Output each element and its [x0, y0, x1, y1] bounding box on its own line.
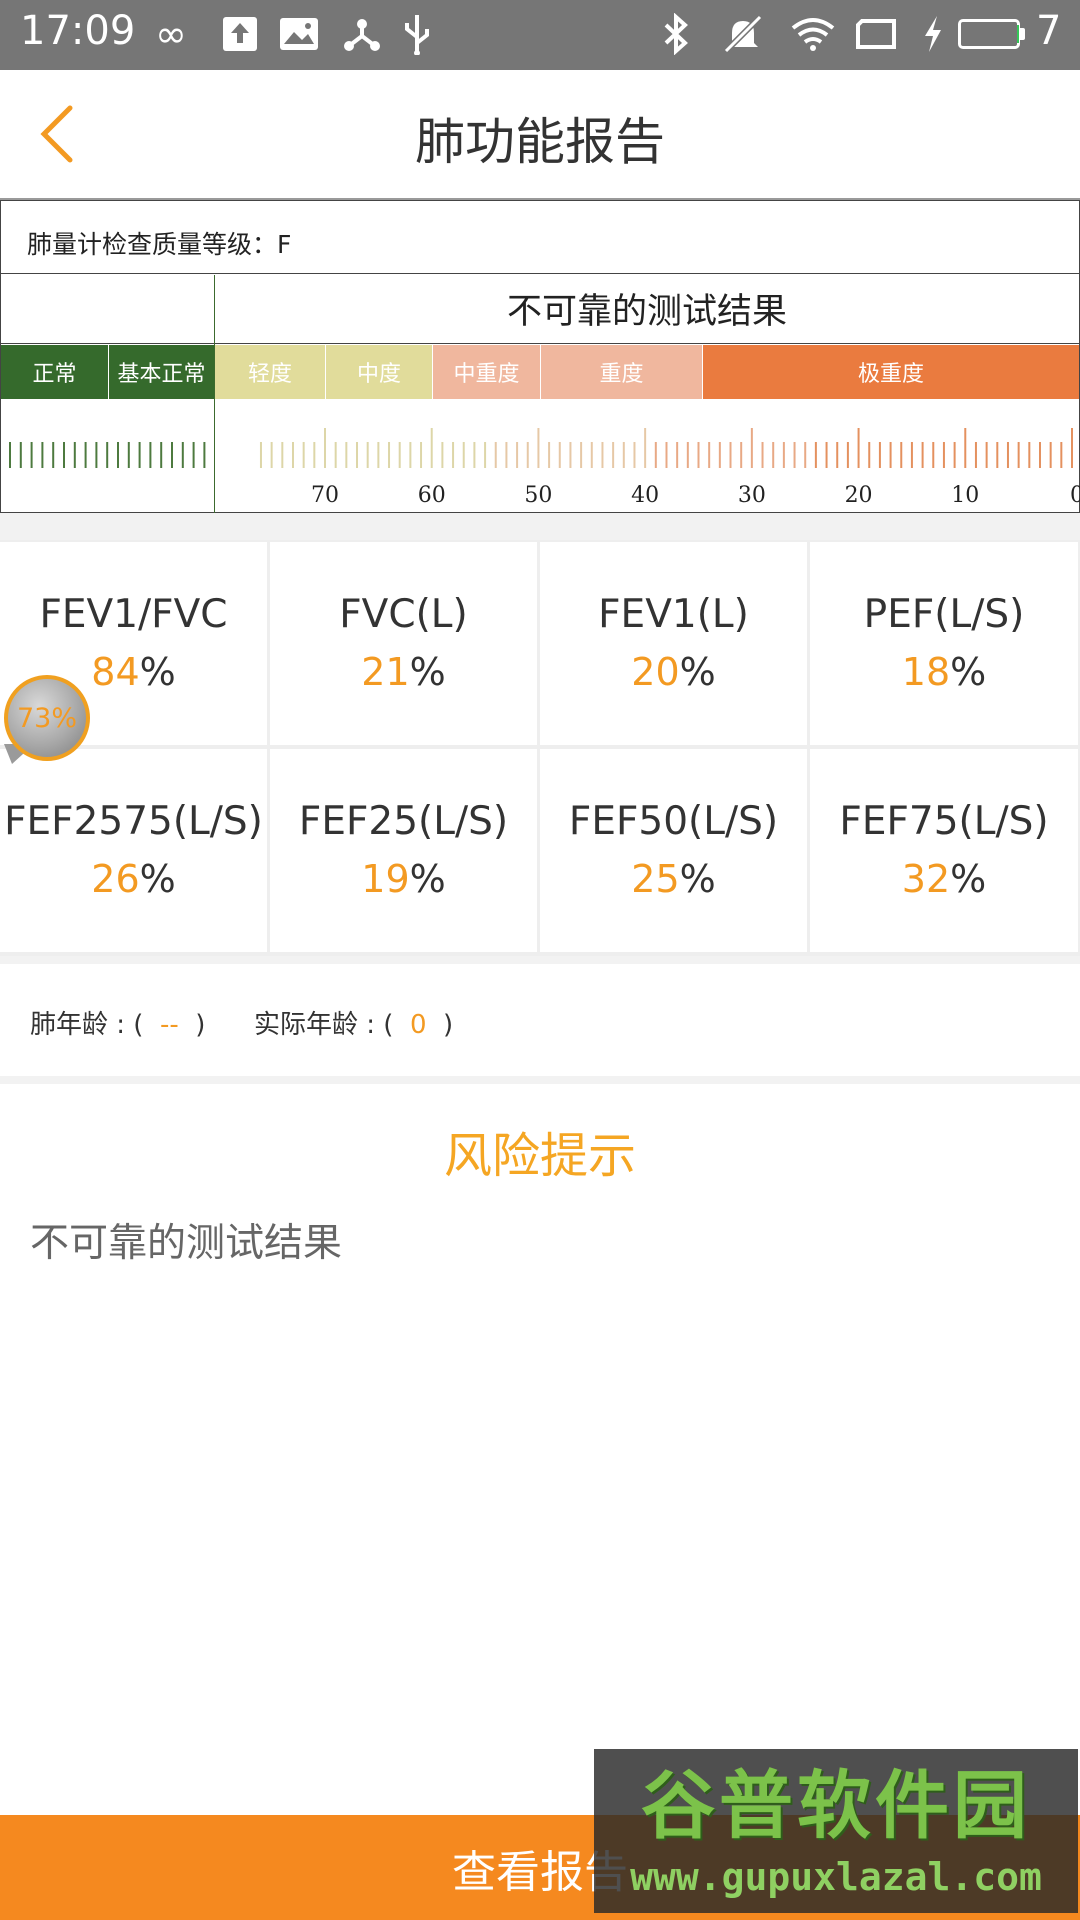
lung-age: 肺年龄 : ( -- ) [30, 1010, 206, 1040]
metric-value: 21% [361, 650, 446, 694]
metric-name: FEF2575(L/S) [4, 799, 263, 844]
bluetooth-icon [656, 10, 696, 58]
share-icon [340, 10, 384, 58]
metric-cell: FEF25(L/S) 19% [270, 749, 537, 952]
screen-icon [852, 10, 900, 58]
quality-grade-label: 肺量计检查质量等级：F [27, 230, 292, 259]
upload-icon [220, 10, 260, 58]
metric-name: FEF25(L/S) [298, 799, 509, 844]
band-mild: 轻度 [215, 345, 325, 399]
metric-cell: FVC(L) 21% [270, 542, 537, 745]
band-moderate: 中度 [326, 345, 432, 399]
mute-icon [720, 10, 766, 58]
scale-label: 30 [738, 483, 766, 508]
charging-icon [918, 10, 948, 58]
risk-title: 风险提示 [443, 1128, 636, 1184]
battery-icon [958, 19, 1025, 49]
watermark-logo: 谷普软件园 [641, 1762, 1031, 1849]
lung-age-value: -- [159, 1010, 179, 1040]
scale-label: 10 [951, 483, 979, 508]
metric-name: FEF50(L/S) [568, 799, 779, 844]
status-bar: 17:09 ∞ 7 [0, 0, 1080, 70]
band-severe: 重度 [541, 345, 702, 399]
metric-name: FEF75(L/S) [839, 799, 1049, 844]
image-icon [276, 10, 322, 58]
wifi-icon [788, 10, 838, 58]
metric-value: 26% [91, 857, 176, 901]
metric-name: PEF(L/S) [863, 592, 1025, 637]
metric-name: FVC(L) [339, 592, 468, 637]
metric-name: FEV1/FVC [39, 592, 228, 637]
metric-cell: FEV1(L) 20% [540, 542, 807, 745]
metric-value: 19% [361, 857, 446, 901]
actual-age-value: 0 [409, 1010, 427, 1040]
metric-cell: FEF75(L/S) 32% [810, 749, 1078, 952]
actual-age: 实际年龄 : ( 0 ) [254, 1010, 454, 1040]
divider [1, 343, 1079, 344]
band-normal: 正常 [1, 345, 108, 399]
metric-value: 20% [631, 650, 716, 694]
risk-text: 不可靠的测试结果 [30, 1221, 343, 1266]
status-time: 17:09 [20, 8, 136, 54]
scale-label: 20 [845, 483, 873, 508]
band-moderately-severe: 中重度 [433, 345, 540, 399]
metric-name: FEV1(L) [598, 592, 749, 637]
scale-label: 50 [524, 483, 552, 508]
infinity-icon: ∞ [155, 12, 187, 56]
result-title: 不可靠的测试结果 [506, 292, 787, 332]
app-header: 肺功能报告 [0, 70, 1080, 198]
watermark: 谷普软件园 www.gupuxlazal.com [594, 1749, 1078, 1913]
scale-label: 40 [631, 483, 659, 508]
divider [1, 273, 1079, 274]
battery-level: 7 [1036, 8, 1062, 54]
section-gap [0, 956, 1080, 964]
metric-value: 32% [901, 857, 987, 901]
metric-cell: PEF(L/S) 18% [810, 542, 1078, 745]
band-very-severe: 极重度 [703, 345, 1079, 399]
section-gap [0, 1076, 1080, 1084]
age-row: 肺年龄 : ( -- ) 实际年龄 : ( 0 ) [0, 964, 1080, 1076]
metric-cell: FEF50(L/S) 25% [540, 749, 807, 952]
metric-value: 18% [901, 650, 987, 694]
scale-label: 70 [311, 483, 339, 508]
watermark-url: www.gupuxlazal.com [630, 1855, 1042, 1899]
floating-progress-bubble[interactable]: 73% [4, 675, 90, 761]
section-gap [0, 513, 1080, 540]
page-title: 肺功能报告 [415, 113, 665, 171]
metric-cell: FEF2575(L/S) 26% [0, 749, 267, 952]
scale-label: 0 [1070, 483, 1080, 508]
band-basically-normal: 基本正常 [109, 345, 214, 399]
scale-label: 60 [418, 483, 446, 508]
usb-icon [398, 10, 436, 58]
severity-scale: 70 60 50 40 30 20 10 0 [9, 428, 1080, 508]
metric-value: 25% [631, 857, 716, 901]
